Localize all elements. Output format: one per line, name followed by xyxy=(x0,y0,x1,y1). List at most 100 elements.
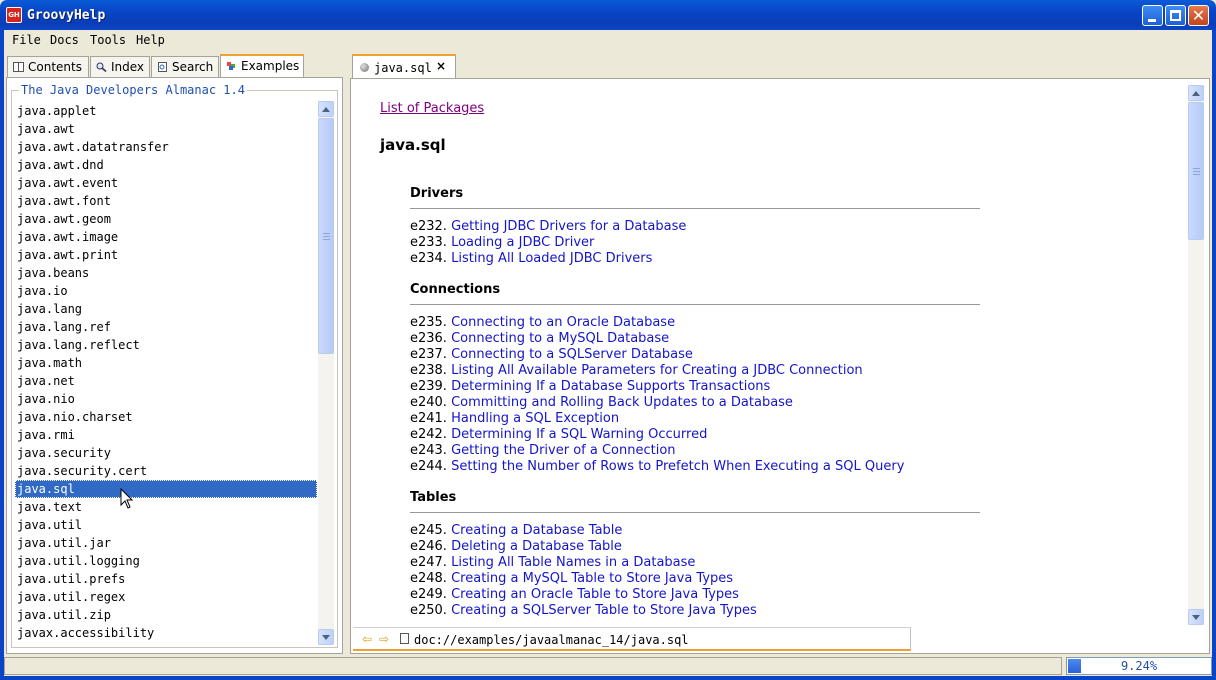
example-link[interactable]: Creating a SQLServer Table to Store Java… xyxy=(451,603,757,618)
list-item[interactable]: java.io xyxy=(15,282,317,300)
list-item[interactable]: java.awt.geom xyxy=(15,210,317,228)
magnifier-icon xyxy=(96,62,107,72)
maximize-button[interactable] xyxy=(1165,5,1186,26)
list-item[interactable]: java.lang xyxy=(15,300,317,318)
list-item[interactable]: java.sql xyxy=(15,480,317,498)
example-link[interactable]: Connecting to an Oracle Database xyxy=(451,315,675,330)
list-item[interactable]: java.beans xyxy=(15,264,317,282)
example-code: e245. xyxy=(410,523,447,538)
package-list[interactable]: java.applet java.awt java.awt.datatransfer… xyxy=(15,102,317,648)
doc-scroll-down-button[interactable] xyxy=(1188,609,1204,625)
list-item[interactable]: java.awt.event xyxy=(15,174,317,192)
example-code: e240. xyxy=(410,395,447,410)
example-link[interactable]: Committing and Rolling Back Updates to a… xyxy=(451,395,793,410)
list-item[interactable]: javax.accessibility xyxy=(15,624,317,642)
scroll-down-button[interactable] xyxy=(318,629,334,645)
app-icon: GH xyxy=(6,7,22,23)
list-item: e240. Committing and Rolling Back Update… xyxy=(410,395,980,411)
list-item[interactable]: java.util.prefs xyxy=(15,570,317,588)
menu-tools[interactable]: Tools xyxy=(90,33,126,47)
list-item[interactable]: java.util.logging xyxy=(15,552,317,570)
list-item[interactable]: java.applet xyxy=(15,102,317,120)
search-doc-icon xyxy=(158,62,167,72)
example-link[interactable]: Determining If a Database Supports Trans… xyxy=(451,379,770,394)
example-link[interactable]: Setting the Number of Rows to Prefetch W… xyxy=(451,459,904,474)
list-item: e237. Connecting to a SQLServer Database xyxy=(410,347,980,363)
tab-close-icon[interactable]: × xyxy=(436,59,446,73)
list-item: e248. Creating a MySQL Table to Store Ja… xyxy=(410,571,980,587)
scroll-thumb[interactable] xyxy=(318,118,334,354)
example-code: e242. xyxy=(410,427,447,442)
example-link[interactable]: Loading a JDBC Driver xyxy=(451,235,594,250)
list-item: e236. Connecting to a MySQL Database xyxy=(410,331,980,347)
example-link[interactable]: Creating a Database Table xyxy=(451,523,622,538)
list-item[interactable]: java.util.regex xyxy=(15,588,317,606)
document-scrollbar[interactable] xyxy=(1188,85,1204,625)
menu-docs[interactable]: Docs xyxy=(50,33,79,47)
list-item[interactable]: java.nio xyxy=(15,390,317,408)
tab-contents[interactable]: Contents xyxy=(7,56,89,77)
list-item: e245. Creating a Database Table xyxy=(410,523,980,539)
tab-search[interactable]: Search xyxy=(151,56,219,77)
example-link[interactable]: Listing All Available Parameters for Cre… xyxy=(451,363,863,378)
example-link[interactable]: Getting the Driver of a Connection xyxy=(451,443,675,458)
example-link[interactable]: Creating a MySQL Table to Store Java Typ… xyxy=(451,571,733,586)
tab-examples[interactable]: Examples xyxy=(220,54,304,78)
list-item[interactable]: java.awt.datatransfer xyxy=(15,138,317,156)
address-text: doc://examples/javaalmanac_14/java.sql xyxy=(414,633,689,647)
progress-text: 9.24% xyxy=(1120,659,1158,673)
tab-java-sql-label: java.sql xyxy=(374,61,432,75)
menu-file[interactable]: File xyxy=(12,33,41,47)
tab-java-sql[interactable]: java.sql × xyxy=(352,54,456,79)
example-link[interactable]: Connecting to a MySQL Database xyxy=(451,331,669,346)
list-item: e233. Loading a JDBC Driver xyxy=(410,235,980,251)
list-item[interactable]: java.text xyxy=(15,498,317,516)
example-link[interactable]: Listing All Table Names in a Database xyxy=(451,555,695,570)
list-item[interactable]: java.lang.reflect xyxy=(15,336,317,354)
list-item[interactable]: java.util.zip xyxy=(15,606,317,624)
list-item[interactable]: java.security xyxy=(15,444,317,462)
tab-index-label: Index xyxy=(111,60,145,74)
list-item[interactable]: java.security.cert xyxy=(15,462,317,480)
window-title: GroovyHelp xyxy=(27,8,106,23)
scroll-up-button[interactable] xyxy=(318,101,334,117)
example-link[interactable]: Getting JDBC Drivers for a Database xyxy=(451,219,686,234)
tab-contents-label: Contents xyxy=(28,60,82,74)
minimize-button[interactable] xyxy=(1142,5,1163,26)
list-item[interactable]: java.awt xyxy=(15,120,317,138)
doc-scroll-thumb[interactable] xyxy=(1188,102,1204,240)
example-code: e243. xyxy=(410,443,447,458)
menu-help[interactable]: Help xyxy=(136,33,165,47)
back-arrow-icon[interactable]: ⇦ xyxy=(362,632,372,646)
list-item[interactable]: java.util.jar xyxy=(15,534,317,552)
list-item[interactable]: java.util xyxy=(15,516,317,534)
list-item[interactable]: java.nio.charset xyxy=(15,408,317,426)
example-link[interactable]: Connecting to a SQLServer Database xyxy=(451,347,693,362)
list-item[interactable]: java.rmi xyxy=(15,426,317,444)
example-code: e235. xyxy=(410,315,447,330)
list-item[interactable]: java.awt.dnd xyxy=(15,156,317,174)
example-code: e233. xyxy=(410,235,447,250)
list-item[interactable]: java.math xyxy=(15,354,317,372)
doc-scroll-up-button[interactable] xyxy=(1188,85,1204,101)
example-link[interactable]: Handling a SQL Exception xyxy=(451,411,619,426)
document-icon xyxy=(400,633,409,644)
list-item[interactable]: java.awt.print xyxy=(15,246,317,264)
list-item[interactable]: java.lang.ref xyxy=(15,318,317,336)
close-button[interactable]: ✕ xyxy=(1188,5,1209,26)
list-item: e232. Getting JDBC Drivers for a Databas… xyxy=(410,219,980,235)
list-item[interactable]: java.awt.font xyxy=(15,192,317,210)
title-bar[interactable]: GH GroovyHelp ✕ xyxy=(0,0,1216,30)
almanac-title: The Java Developers Almanac 1.4 xyxy=(19,83,247,97)
example-link[interactable]: Determining If a SQL Warning Occurred xyxy=(451,427,707,442)
list-item[interactable]: java.net xyxy=(15,372,317,390)
forward-arrow-icon[interactable]: ⇨ xyxy=(379,632,389,646)
tab-index[interactable]: Index xyxy=(90,56,150,77)
example-link[interactable]: Creating an Oracle Table to Store Java T… xyxy=(451,587,739,602)
list-of-packages-link[interactable]: List of Packages xyxy=(380,101,484,116)
list-item[interactable]: java.awt.image xyxy=(15,228,317,246)
list-item: e239. Determining If a Database Supports… xyxy=(410,379,980,395)
example-link[interactable]: Listing All Loaded JDBC Drivers xyxy=(451,251,652,266)
package-list-scrollbar[interactable] xyxy=(318,101,334,645)
example-link[interactable]: Deleting a Database Table xyxy=(451,539,622,554)
